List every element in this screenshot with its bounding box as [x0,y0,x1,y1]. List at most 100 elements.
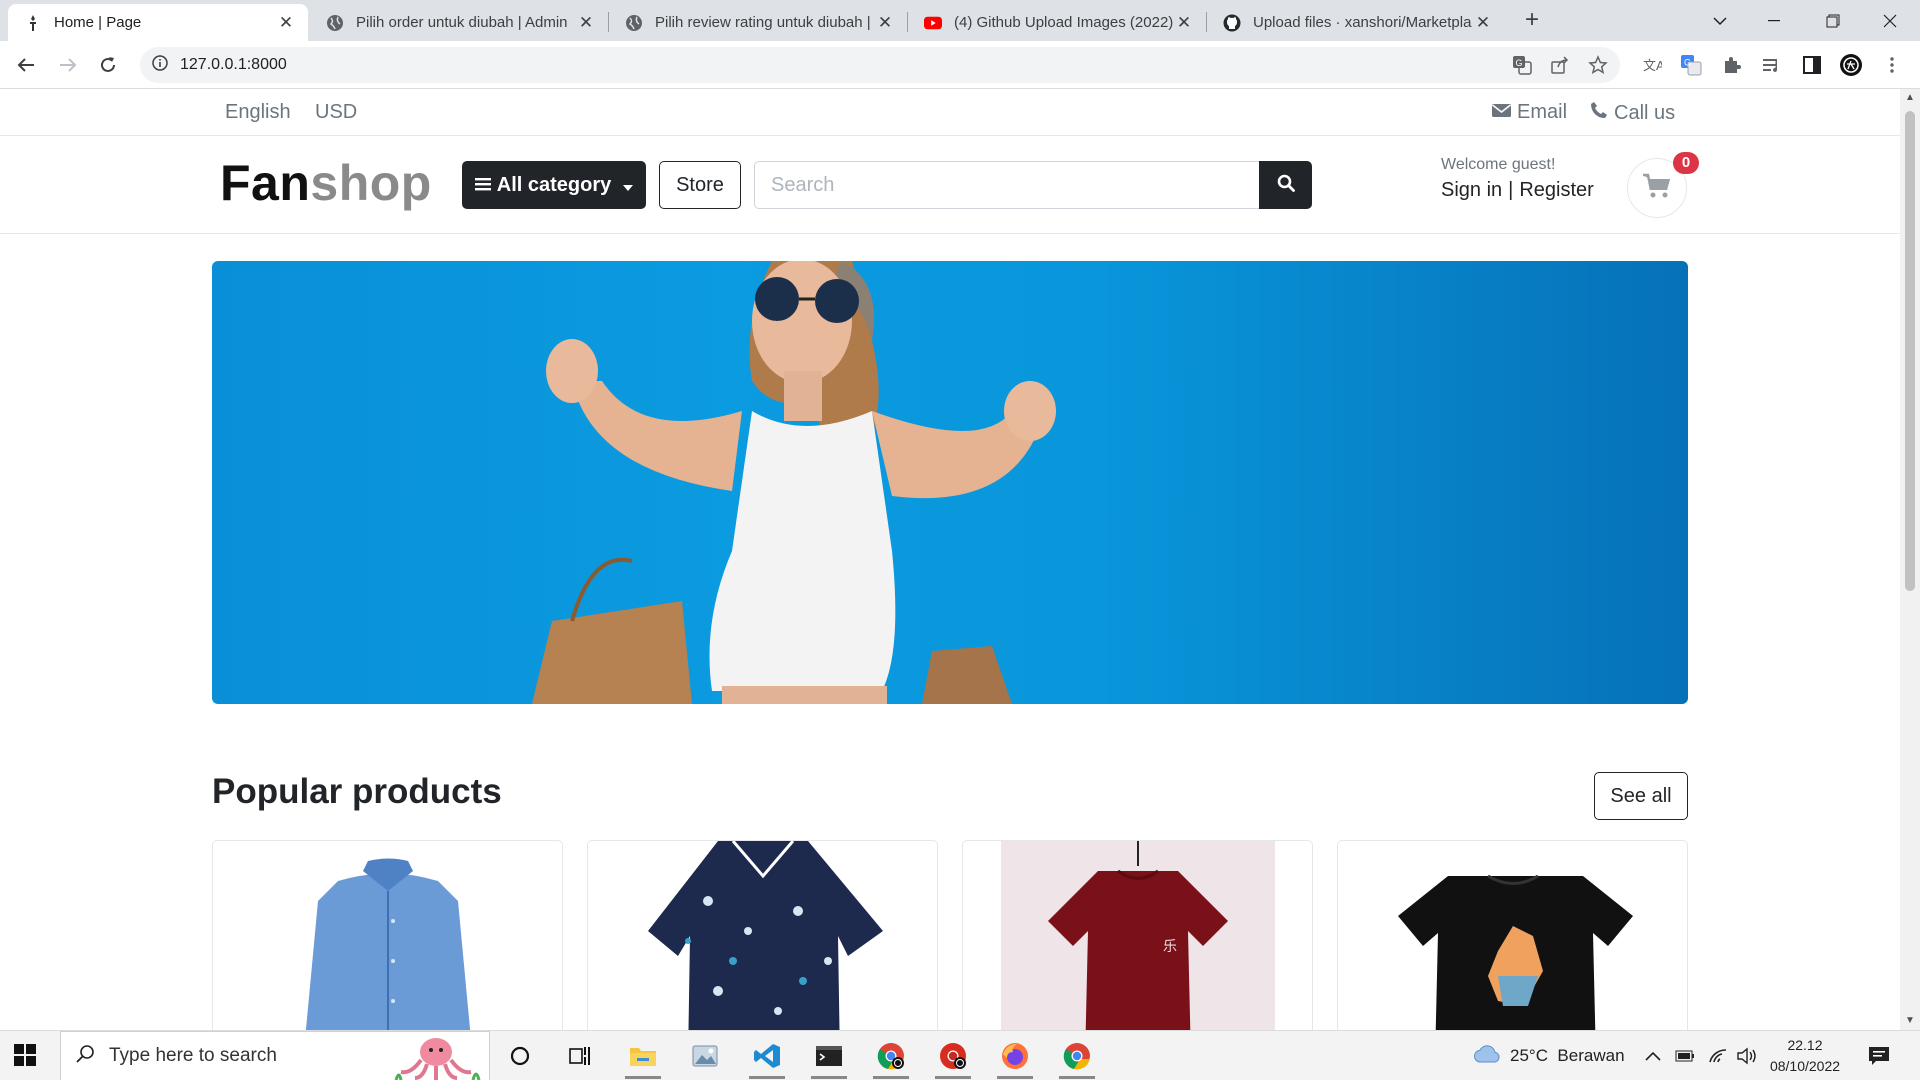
site-info-icon[interactable] [152,54,168,76]
svg-text:乐: 乐 [1163,939,1177,955]
new-tab-button[interactable]: + [1518,6,1546,34]
close-window-icon[interactable] [1862,0,1918,41]
file-explorer-icon[interactable] [615,1031,671,1080]
currency-selector[interactable]: USD [315,101,357,124]
weather-widget[interactable]: 25°C Berawan [1472,1031,1625,1080]
register-link[interactable]: Register [1519,179,1593,202]
taskbar-search-box[interactable]: Type here to search [60,1031,490,1080]
firefox-icon[interactable] [987,1031,1043,1080]
chrome-profile-3-icon[interactable] [1049,1031,1105,1080]
volume-icon[interactable] [1736,1031,1758,1080]
scrollbar-thumb[interactable] [1905,111,1915,591]
reload-icon[interactable] [92,49,124,81]
photos-app-icon[interactable] [677,1031,733,1080]
product-card[interactable]: 乐 [962,840,1313,1030]
tab-admin-order[interactable]: Pilih order untuk diubah | Admin ✕ [310,4,608,41]
restore-icon[interactable] [1805,0,1861,41]
language-selector[interactable]: English [225,101,291,124]
chrome-menu-icon[interactable] [1880,53,1904,77]
product-card[interactable] [587,840,938,1030]
search-icon [75,1044,95,1069]
close-tab-icon[interactable]: ✕ [875,13,895,33]
vscode-icon[interactable] [739,1031,795,1080]
svg-text:G: G [1516,58,1523,68]
address-bar[interactable]: 127.0.0.1:8000 G [140,47,1620,83]
close-tab-icon[interactable]: ✕ [576,13,596,33]
product-image-blue-shirt [305,858,471,1030]
hero-banner[interactable] [212,261,1688,704]
product-card[interactable] [212,840,563,1030]
search-button[interactable] [1259,161,1312,209]
see-all-button[interactable]: See all [1594,772,1688,820]
tab-title: Home | Page [54,14,142,31]
extension-translate-icon[interactable]: 文A [1640,53,1664,77]
scroll-down-arrow-icon[interactable]: ▼ [1900,1012,1920,1030]
cart-count-badge: 0 [1673,152,1699,174]
close-tab-icon[interactable]: ✕ [276,13,296,33]
cortana-circle-icon[interactable] [492,1031,548,1080]
globe-icon [326,14,344,32]
product-card[interactable] [1337,840,1688,1030]
tab-search-chevron-icon[interactable] [1692,0,1748,41]
product-image-black-tshirt [1398,874,1633,1030]
share-icon[interactable] [1550,55,1570,80]
translate-icon[interactable]: G [1512,55,1532,80]
google-translate-icon[interactable]: G [1679,53,1703,77]
chrome-profile-2-icon[interactable] [925,1031,981,1080]
extensions-puzzle-icon[interactable] [1720,53,1744,77]
tray-chevron-up-icon[interactable] [1645,1031,1661,1080]
call-us-link[interactable]: Call us [1590,101,1675,125]
tab-home[interactable]: Home | Page ✕ [8,4,308,41]
notification-center-icon[interactable] [1868,1031,1890,1080]
bookmark-star-icon[interactable] [1588,55,1608,80]
welcome-text: Welcome guest! [1441,156,1556,173]
logo-text-primary: Fan [220,155,311,211]
close-tab-icon[interactable]: ✕ [1174,13,1194,33]
email-link[interactable]: Email [1492,101,1567,124]
task-view-icon[interactable] [552,1031,608,1080]
shopping-cart-icon [1642,173,1672,204]
scroll-up-arrow-icon[interactable]: ▲ [1900,89,1920,107]
site-logo[interactable]: Fanshop [220,154,432,212]
search-input[interactable] [754,161,1260,209]
tab-youtube[interactable]: (4) Github Upload Images (2022) ✕ [908,4,1206,41]
all-category-dropdown[interactable]: All category [462,161,646,209]
site-header: Fanshop All category Store Welcome guest… [0,136,1900,234]
wifi-icon[interactable] [1708,1031,1728,1080]
chrome-profile-1-icon[interactable] [863,1031,919,1080]
popular-products-title: Popular products [212,772,502,811]
svg-text:文A: 文A [1643,58,1662,73]
tab-github[interactable]: Upload files · xanshori/Marketpla ✕ [1207,4,1505,41]
minimize-icon[interactable] [1746,0,1802,41]
battery-icon[interactable] [1675,1031,1695,1080]
forward-arrow-icon[interactable] [52,49,84,81]
windows-taskbar: Type here to search 25°C Berawan 22.12 0… [0,1030,1920,1080]
close-tab-icon[interactable]: ✕ [1473,13,1493,33]
phone-icon [1590,101,1608,125]
tab-title: Upload files · xanshori/Marketpla [1253,14,1472,31]
caret-down-icon [623,174,634,197]
email-label: Email [1517,101,1568,123]
side-panel-icon[interactable] [1800,53,1824,77]
page-scrollbar[interactable]: ▲ ▼ [1900,89,1920,1030]
back-arrow-icon[interactable] [10,49,42,81]
tab-admin-review[interactable]: Pilih review rating untuk diubah | ✕ [609,4,907,41]
hamburger-icon [474,174,491,197]
globe-icon [625,14,643,32]
windows-start-icon[interactable] [14,1044,36,1071]
media-queue-icon[interactable] [1760,53,1784,77]
taskbar-clock[interactable]: 22.12 08/10/2022 [1765,1035,1845,1077]
profile-avatar[interactable] [1839,53,1863,77]
svg-text:G: G [1684,58,1691,68]
product-image-hawaiian-shirt [648,841,883,1030]
category-label: All category [496,173,612,196]
tab-title: Pilih order untuk diubah | Admin [356,14,568,31]
logo-text-secondary: shop [310,155,432,211]
store-button[interactable]: Store [659,161,741,209]
url-text: 127.0.0.1:8000 [180,56,287,73]
hero-banner-image [532,261,1056,704]
browser-tab-strip: Home | Page ✕ Pilih order untuk diubah |… [0,0,1920,41]
sign-in-link[interactable]: Sign in [1441,179,1502,202]
terminal-icon[interactable] [801,1031,857,1080]
auth-links: Sign in | Register [1441,179,1594,202]
